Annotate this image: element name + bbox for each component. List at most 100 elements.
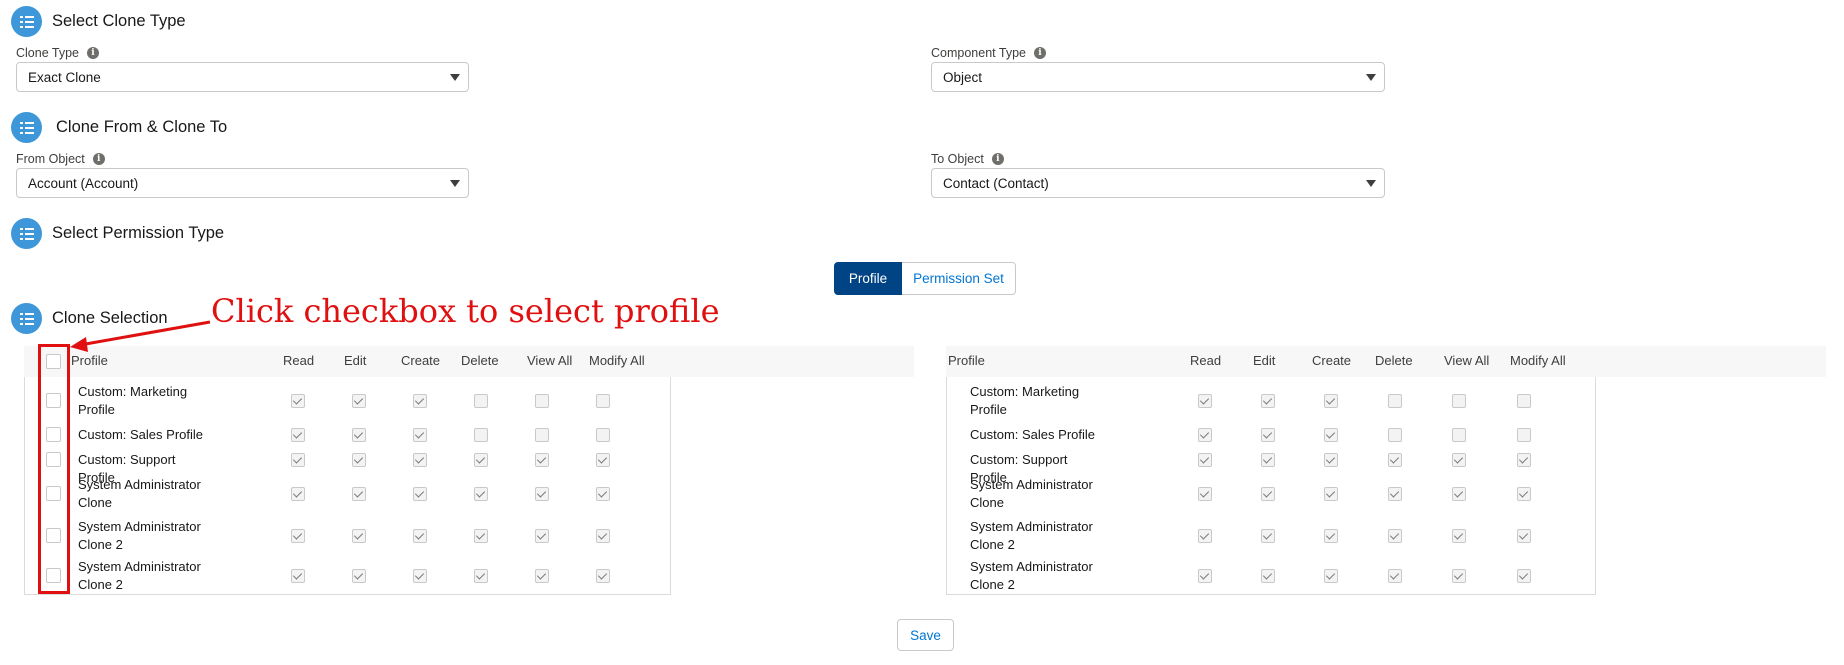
permission-checkbox-create[interactable] (413, 569, 427, 583)
caret-down-icon (450, 74, 460, 81)
permission-checkbox-modify-all[interactable] (596, 529, 610, 543)
permission-checkbox-create[interactable] (1324, 569, 1338, 583)
permission-checkbox-create[interactable] (413, 529, 427, 543)
permission-set-toggle-button[interactable]: Permission Set (902, 262, 1016, 295)
permission-checkbox-edit[interactable] (1261, 453, 1275, 467)
caret-down-icon (1366, 180, 1376, 187)
permission-checkbox-modify-all[interactable] (1517, 529, 1531, 543)
permission-checkbox-view-all[interactable] (535, 529, 549, 543)
permission-checkbox-edit[interactable] (1261, 394, 1275, 408)
permission-checkbox-modify-all[interactable] (1517, 427, 1531, 442)
permission-checkbox-delete[interactable] (1388, 394, 1402, 408)
profile-name: System Administrator Clone (970, 477, 1093, 510)
profile-name: Custom: Sales Profile (78, 426, 203, 442)
component-type-select[interactable]: Object (931, 62, 1385, 92)
permission-checkbox-create[interactable] (1324, 394, 1338, 408)
permission-checkbox-view-all[interactable] (535, 394, 549, 408)
permission-checkbox-read[interactable] (291, 427, 305, 442)
from-object-select[interactable]: Account (Account) (16, 168, 469, 198)
save-button[interactable]: Save (897, 619, 954, 651)
permission-checkbox-modify-all[interactable] (1517, 394, 1531, 408)
permission-checkbox-delete[interactable] (1388, 487, 1402, 501)
permission-checkbox-delete[interactable] (474, 453, 488, 467)
permission-checkbox-create[interactable] (1324, 487, 1338, 501)
permission-checkbox-read[interactable] (1198, 487, 1212, 501)
permission-checkbox-create[interactable] (1324, 453, 1338, 467)
permission-checkbox-view-all[interactable] (535, 569, 549, 583)
permission-checkbox-edit[interactable] (352, 453, 366, 467)
info-icon[interactable]: i (991, 153, 1004, 165)
permission-checkbox-edit[interactable] (352, 394, 366, 408)
column-header-modify-all: Modify All (1510, 353, 1566, 368)
from-object-value: Account (Account) (28, 175, 139, 191)
permission-checkbox-read[interactable] (291, 394, 305, 408)
column-header-view-all: View All (1444, 353, 1490, 368)
permission-checkbox-create[interactable] (1324, 427, 1338, 442)
column-header-modify-all: Modify All (589, 353, 645, 368)
component-type-value: Object (943, 69, 983, 85)
permission-checkbox-view-all[interactable] (1452, 453, 1466, 467)
permission-checkbox-read[interactable] (291, 569, 305, 583)
profile-toggle-button[interactable]: Profile (834, 262, 902, 295)
permission-checkbox-edit[interactable] (352, 427, 366, 442)
to-object-select[interactable]: Contact (Contact) (931, 168, 1385, 198)
permission-checkbox-modify-all[interactable] (596, 487, 610, 501)
permission-checkbox-modify-all[interactable] (1517, 453, 1531, 467)
permission-checkbox-create[interactable] (413, 487, 427, 501)
permission-checkbox-edit[interactable] (1261, 427, 1275, 442)
info-icon[interactable]: i (92, 153, 105, 165)
permission-checkbox-read[interactable] (291, 529, 305, 543)
permission-checkbox-modify-all[interactable] (596, 394, 610, 408)
permission-checkbox-edit[interactable] (1261, 487, 1275, 501)
column-header-delete: Delete (461, 353, 499, 368)
permission-checkbox-view-all[interactable] (535, 487, 549, 501)
permission-checkbox-modify-all[interactable] (1517, 569, 1531, 583)
permission-checkbox-create[interactable] (1324, 529, 1338, 543)
clone-type-value: Exact Clone (28, 69, 101, 85)
clone-type-label-text: Clone Type (16, 46, 80, 60)
permission-checkbox-modify-all[interactable] (596, 453, 610, 467)
permission-checkbox-read[interactable] (1198, 529, 1212, 543)
permission-checkbox-view-all[interactable] (1452, 394, 1466, 408)
permission-checkbox-delete[interactable] (1388, 569, 1402, 583)
permission-checkbox-edit[interactable] (352, 529, 366, 543)
info-icon[interactable]: i (87, 47, 100, 59)
permission-checkbox-delete[interactable] (474, 569, 488, 583)
permission-checkbox-modify-all[interactable] (596, 427, 610, 442)
permission-checkbox-delete[interactable] (474, 529, 488, 543)
permission-checkbox-delete[interactable] (1388, 529, 1402, 543)
permission-checkbox-view-all[interactable] (1452, 487, 1466, 501)
permission-type-toggle: Profile Permission Set (834, 262, 1016, 295)
permission-checkbox-delete[interactable] (474, 427, 488, 442)
permission-checkbox-view-all[interactable] (535, 453, 549, 467)
permission-checkbox-delete[interactable] (474, 394, 488, 408)
profile-name: System Administrator Clone (78, 477, 201, 510)
permission-checkbox-create[interactable] (413, 394, 427, 408)
permission-checkbox-edit[interactable] (1261, 529, 1275, 543)
permission-checkbox-read[interactable] (1198, 569, 1212, 583)
permission-checkbox-read[interactable] (291, 453, 305, 467)
permission-checkbox-view-all[interactable] (1452, 427, 1466, 442)
info-icon[interactable]: i (1033, 47, 1046, 59)
permission-checkbox-edit[interactable] (1261, 569, 1275, 583)
column-header-delete: Delete (1375, 353, 1413, 368)
permission-checkbox-modify-all[interactable] (1517, 487, 1531, 501)
permission-checkbox-create[interactable] (413, 427, 427, 442)
permission-checkbox-delete[interactable] (1388, 453, 1402, 467)
permission-checkbox-read[interactable] (1198, 427, 1212, 442)
permission-checkbox-modify-all[interactable] (596, 569, 610, 583)
permission-checkbox-delete[interactable] (1388, 427, 1402, 442)
permission-checkbox-view-all[interactable] (1452, 569, 1466, 583)
to-object-value: Contact (Contact) (943, 175, 1049, 191)
permission-checkbox-delete[interactable] (474, 487, 488, 501)
permission-checkbox-create[interactable] (413, 453, 427, 467)
clone-type-select[interactable]: Exact Clone (16, 62, 469, 92)
annotation-text: Click checkbox to select profile (211, 292, 720, 330)
permission-checkbox-view-all[interactable] (1452, 529, 1466, 543)
permission-checkbox-read[interactable] (1198, 453, 1212, 467)
permission-checkbox-read[interactable] (291, 487, 305, 501)
permission-checkbox-read[interactable] (1198, 394, 1212, 408)
permission-checkbox-view-all[interactable] (535, 427, 549, 442)
permission-checkbox-edit[interactable] (352, 487, 366, 501)
permission-checkbox-edit[interactable] (352, 569, 366, 583)
